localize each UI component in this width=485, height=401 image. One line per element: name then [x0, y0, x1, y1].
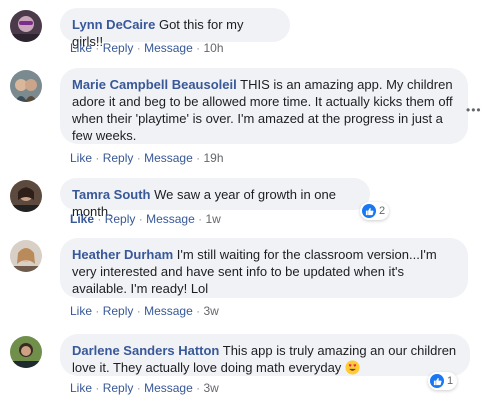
avatar[interactable] [10, 240, 42, 272]
like-button[interactable]: Like [70, 151, 92, 165]
reply-button[interactable]: Reply [103, 151, 134, 165]
message-button[interactable]: Message [144, 304, 193, 318]
avatar[interactable] [10, 10, 42, 42]
comment-author[interactable]: Marie Campbell Beausoleil [72, 77, 237, 92]
comment-actions: Like · Reply · Message · 1w [70, 212, 221, 226]
comment-bubble: Darlene Sanders Hatton This app is truly… [60, 334, 470, 376]
comment-actions: Like · Reply · Message · 19h [70, 151, 224, 165]
comment-bubble: Heather Durham I'm still waiting for the… [60, 238, 468, 298]
comment-author[interactable]: Darlene Sanders Hatton [72, 343, 219, 358]
like-reaction-icon [362, 204, 376, 218]
message-button[interactable]: Message [144, 151, 193, 165]
comment-author[interactable]: Tamra South [72, 187, 151, 202]
avatar[interactable] [10, 336, 42, 368]
comment-bubble: Tamra South We saw a year of growth in o… [60, 178, 370, 219]
message-button[interactable]: Message [146, 212, 195, 226]
comment-bubble: Lynn DeCaire Got this for my girls!! [60, 8, 290, 49]
timestamp[interactable]: 3w [203, 304, 218, 318]
comment-actions: Like · Reply · Message · 3w [70, 304, 219, 318]
reaction-count: 1 [447, 375, 454, 387]
reaction-count-badge[interactable]: 2 [360, 202, 390, 220]
like-button[interactable]: Like [70, 212, 94, 226]
reaction-count-badge[interactable]: 1 [428, 372, 458, 390]
reply-button[interactable]: Reply [103, 304, 134, 318]
avatar[interactable] [10, 180, 42, 212]
heart-eyes-emoji [345, 360, 360, 375]
message-button[interactable]: Message [144, 41, 193, 55]
reply-button[interactable]: Reply [103, 41, 134, 55]
comment-actions: Like · Reply · Message · 3w [70, 381, 219, 395]
message-button[interactable]: Message [144, 381, 193, 395]
timestamp[interactable]: 1w [205, 212, 220, 226]
comment-bubble: Marie Campbell Beausoleil THIS is an ama… [60, 68, 468, 144]
like-reaction-icon [430, 374, 444, 388]
reply-button[interactable]: Reply [105, 212, 136, 226]
avatar[interactable] [10, 70, 42, 102]
like-button[interactable]: Like [70, 304, 92, 318]
like-button[interactable]: Like [70, 41, 92, 55]
like-button[interactable]: Like [70, 381, 92, 395]
timestamp[interactable]: 19h [203, 151, 223, 165]
more-options-icon[interactable]: ••• [466, 103, 482, 117]
reaction-count: 2 [379, 205, 386, 217]
comment-author[interactable]: Lynn DeCaire [72, 17, 155, 32]
reply-button[interactable]: Reply [103, 381, 134, 395]
timestamp[interactable]: 3w [203, 381, 218, 395]
comment-actions: Like · Reply · Message · 10h [70, 41, 224, 55]
timestamp[interactable]: 10h [203, 41, 223, 55]
comment-author[interactable]: Heather Durham [72, 247, 173, 262]
